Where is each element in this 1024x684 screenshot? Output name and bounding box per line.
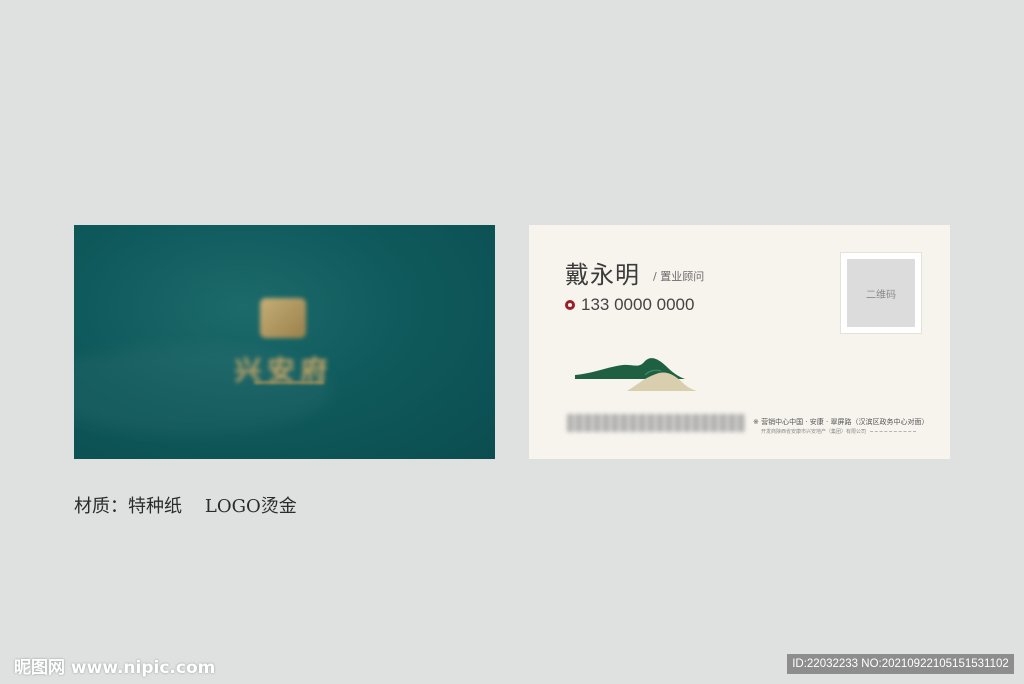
qr-code-placeholder: 二维码 — [847, 259, 915, 327]
image-id-watermark: ID:22032233 NO:20210922105151531102 — [787, 654, 1014, 674]
material-caption: 材质：特种纸 LOGO烫金 — [74, 496, 297, 517]
qr-code-frame: 二维码 — [841, 253, 921, 333]
phone-icon — [565, 300, 575, 310]
logo-underline — [254, 381, 324, 384]
logo-emblem-icon — [260, 298, 306, 338]
person-name: 戴永明 — [565, 261, 640, 289]
phone-number: 133 0000 0000 — [581, 295, 695, 314]
blurred-contact-info — [567, 414, 745, 432]
address-line-1: ※ 营销中心中国 · 安康 · 翠屏路（汉滨区政务中心对面） — [753, 418, 929, 426]
card-back: 戴永明 / 置业顾问 133 0000 0000 二维码 ※ 营销中心中国 · … — [529, 225, 950, 459]
site-watermark: 昵图网 www.nipic.com — [14, 658, 216, 678]
developer-text: 开发商陕西省安康市兴安地产（集团）有限公司 — [761, 429, 867, 435]
address-line-2: 开发商陕西省安康市兴安地产（集团）有限公司 — [761, 428, 917, 435]
dashed-divider — [870, 431, 917, 432]
card-front: 兴安府 — [74, 225, 495, 459]
person-title: / 置业顾问 — [653, 270, 705, 283]
mountain-illustration-icon — [575, 358, 697, 391]
